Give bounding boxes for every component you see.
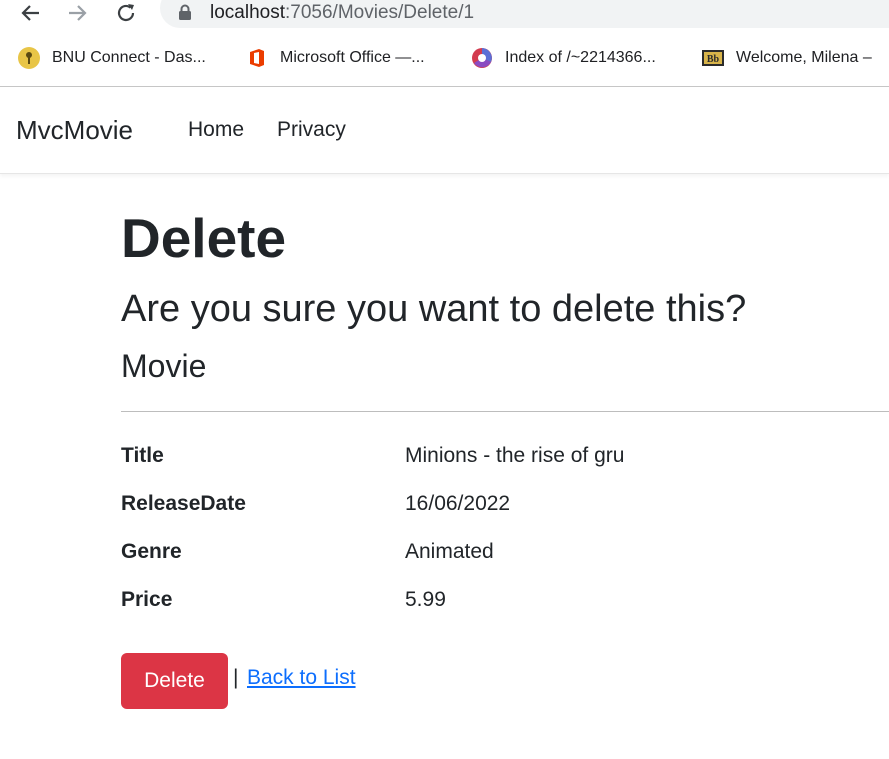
office-icon: [246, 47, 268, 69]
brand-link[interactable]: MvcMovie: [16, 115, 133, 146]
back-arrow-icon[interactable]: [16, 0, 44, 26]
bookmark-label: Welcome, Milena –: [736, 49, 872, 66]
field-label-title: Title: [121, 444, 164, 467]
bookmark-label: BNU Connect - Das...: [52, 49, 206, 66]
reload-icon[interactable]: [112, 0, 140, 26]
browser-toolbar: localhost:7056/Movies/Delete/1: [0, 0, 889, 32]
nav-link-privacy[interactable]: Privacy: [277, 118, 346, 142]
bookmarks-bar: BNU Connect - Das... Microsoft Office —.…: [0, 41, 889, 75]
url-text[interactable]: localhost:7056/Movies/Delete/1: [210, 2, 474, 24]
confirm-heading: Are you sure you want to delete this?: [121, 288, 747, 330]
delete-button[interactable]: Delete: [121, 653, 228, 709]
bookmark-bnu-connect[interactable]: BNU Connect - Das...: [18, 46, 206, 70]
chrome-circle-icon: [471, 47, 493, 69]
app-navbar: MvcMovie Home Privacy: [0, 87, 889, 174]
field-value-title: Minions - the rise of gru: [405, 444, 625, 467]
bookmark-welcome[interactable]: Bb Welcome, Milena –: [702, 46, 872, 70]
forward-arrow-icon[interactable]: [64, 0, 92, 26]
section-divider: [121, 411, 889, 412]
bookmark-index-of[interactable]: Index of /~2214366...: [471, 46, 656, 70]
blackboard-icon: Bb: [702, 47, 724, 69]
bookmark-microsoft-office[interactable]: Microsoft Office —...: [246, 46, 425, 70]
bookmark-label: Index of /~2214366...: [505, 49, 656, 66]
field-label-releasedate: ReleaseDate: [121, 492, 246, 515]
field-label-genre: Genre: [121, 540, 182, 563]
nav-link-home[interactable]: Home: [188, 118, 244, 142]
bookmark-label: Microsoft Office —...: [280, 49, 425, 66]
field-value-price: 5.99: [405, 588, 446, 611]
page-title: Delete: [121, 207, 287, 269]
action-separator: |: [233, 666, 239, 689]
key-icon: [18, 47, 40, 69]
url-host: localhost: [210, 2, 285, 23]
entity-heading: Movie: [121, 348, 207, 384]
field-label-price: Price: [121, 588, 173, 611]
url-path: :7056/Movies/Delete/1: [285, 2, 475, 23]
svg-text:Bb: Bb: [707, 54, 720, 65]
back-to-list-link[interactable]: Back to List: [247, 666, 356, 690]
field-value-releasedate: 16/06/2022: [405, 492, 511, 515]
lock-icon[interactable]: [178, 4, 192, 26]
field-value-genre: Animated: [405, 540, 494, 563]
